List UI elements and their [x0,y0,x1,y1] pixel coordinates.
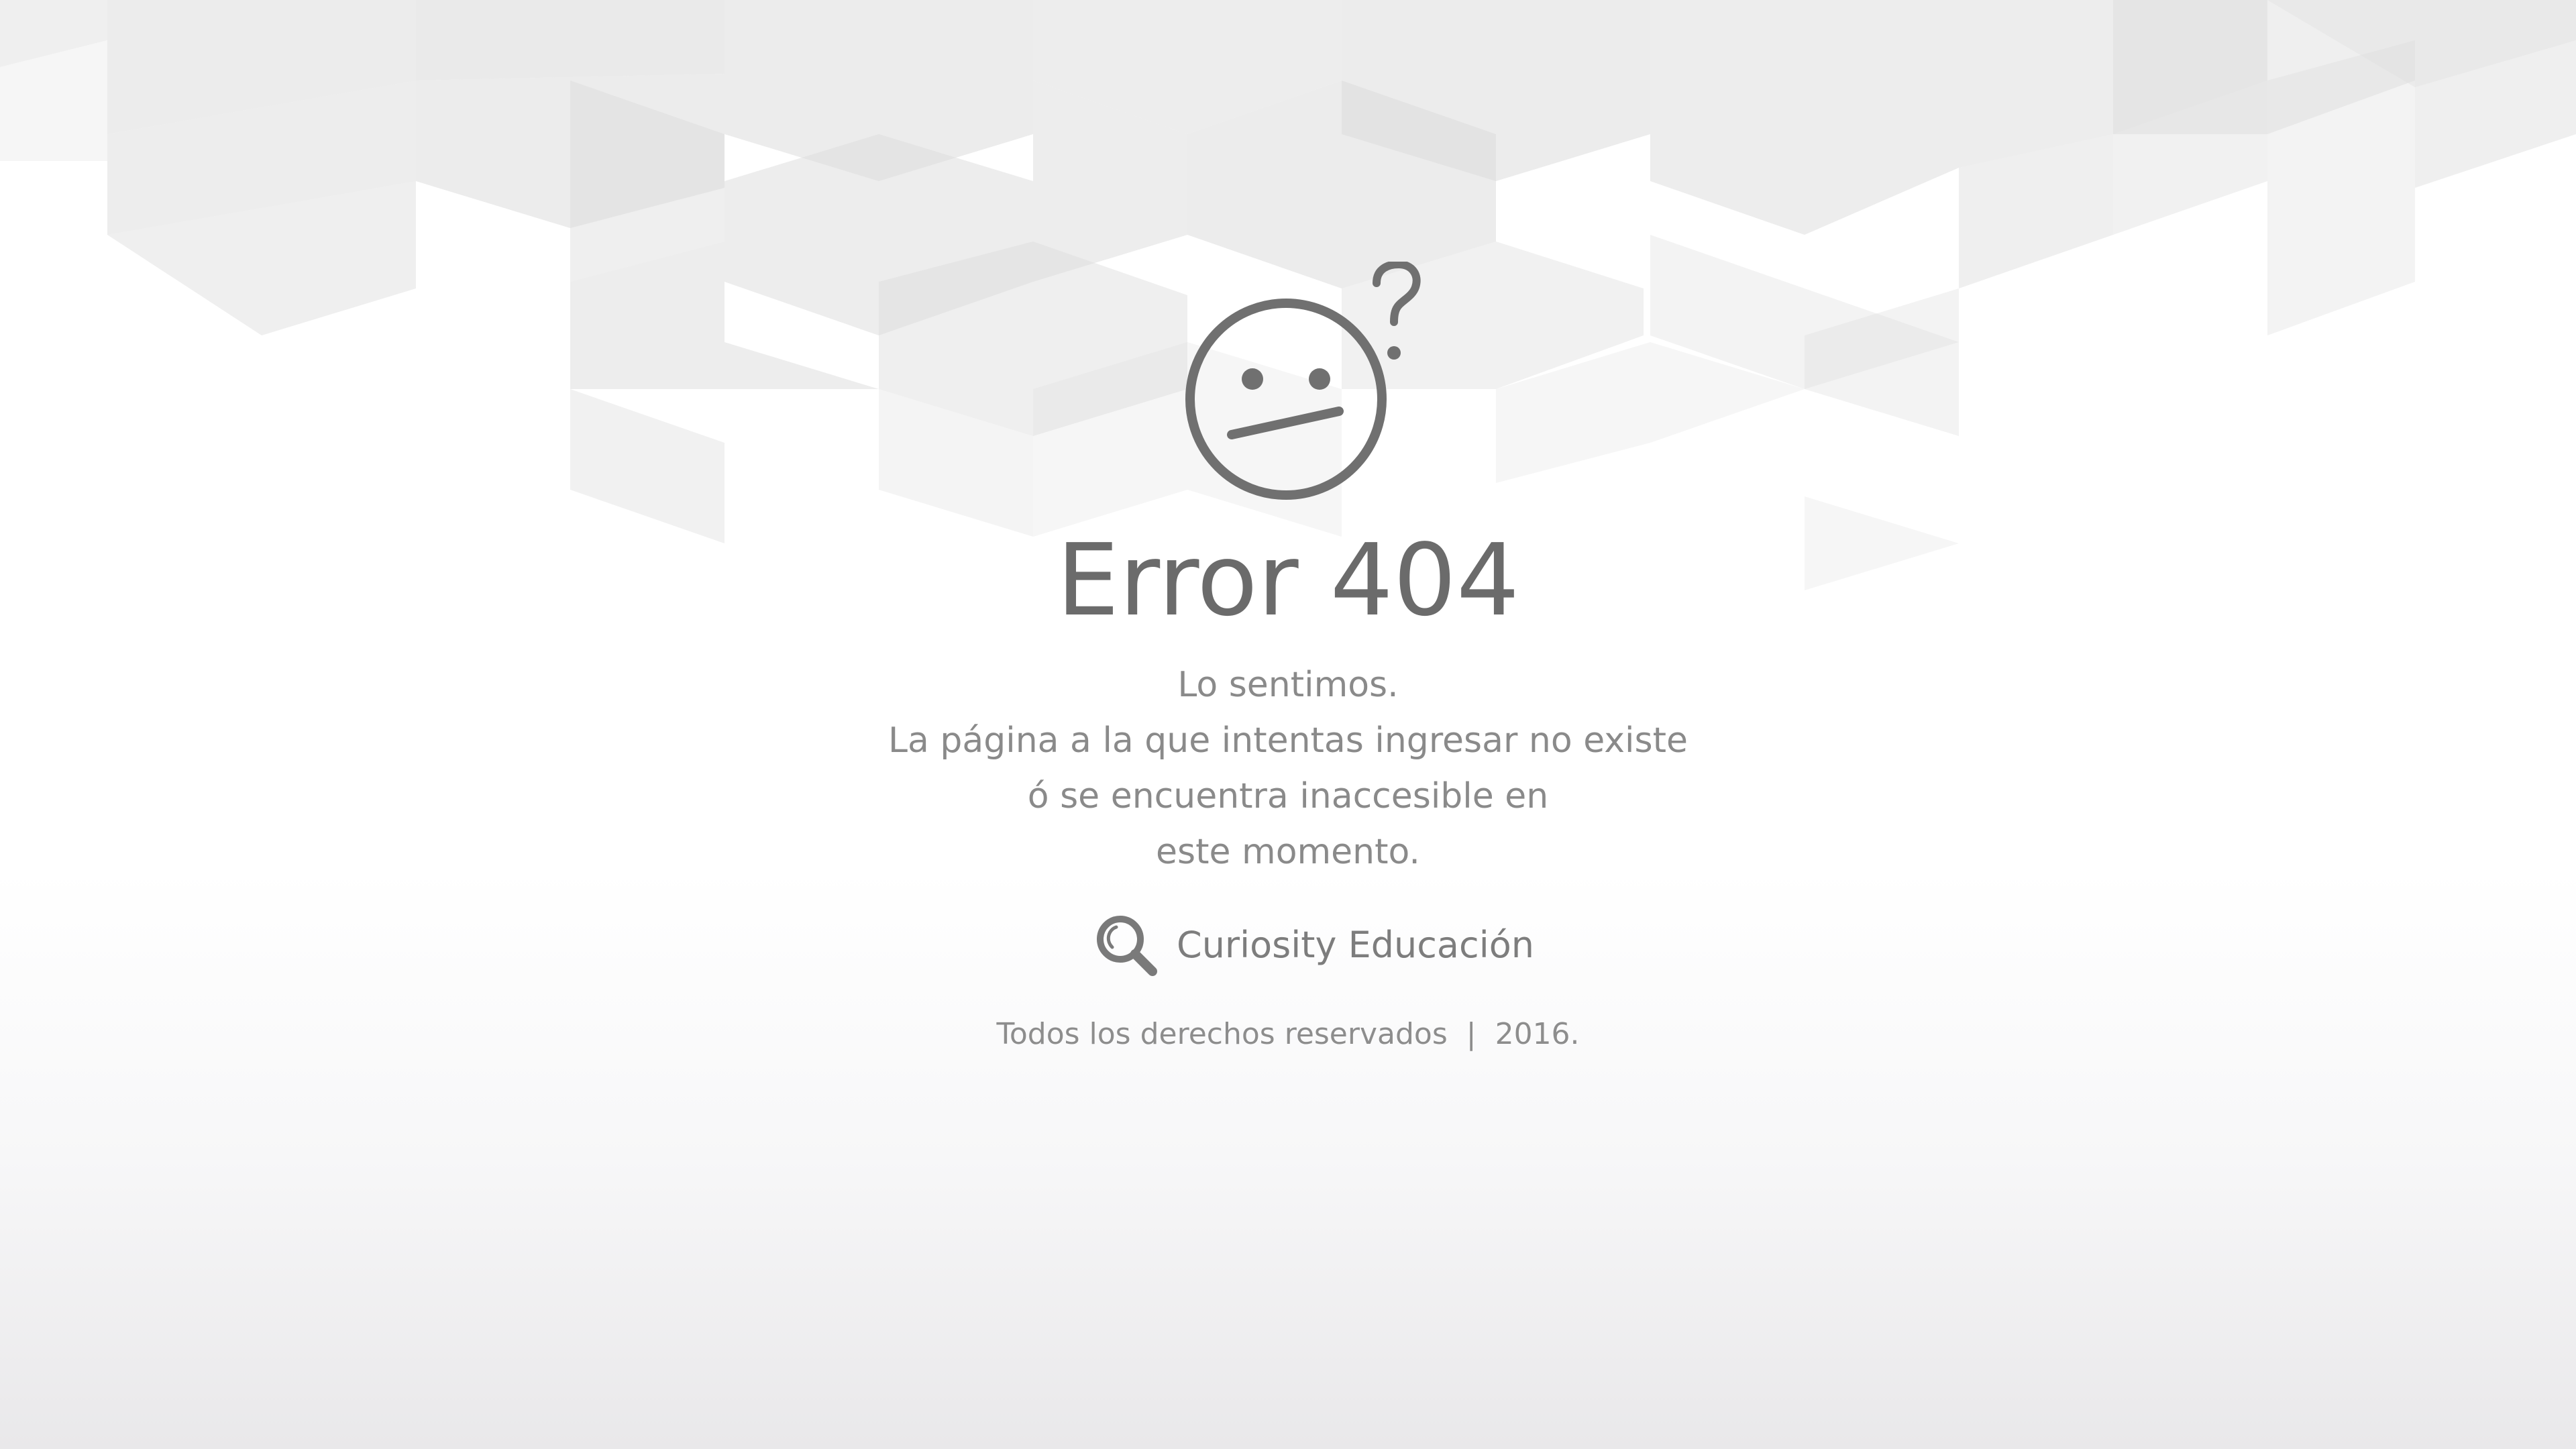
error-title: Error 404 [1056,523,1520,638]
footer: Todos los derechos reservados | 2016. [0,1014,2576,1055]
error-message: Lo sentimos. La página a la que intentas… [0,657,2576,880]
message-line: este momento. [1156,832,1420,872]
footer-separator: | [1466,1017,1477,1051]
message-line: La página a la que intentas ingresar no … [888,720,1688,761]
error-page: Error 404 Lo sentimos. La página a la qu… [0,0,2576,1449]
footer-rights: Todos los derechos reservados [996,1017,1448,1051]
magnifier-logo-icon [1097,916,1157,976]
footer-year: 2016. [1495,1017,1580,1051]
message-line: ó se encuentra inaccesible en [1027,776,1549,816]
confused-face-icon [1185,262,1421,500]
brand-name: Curiosity Educación [1177,923,1534,966]
brand-logo[interactable]: Curiosity Educación [1093,912,1534,977]
message-line: Lo sentimos. [1177,665,1399,705]
